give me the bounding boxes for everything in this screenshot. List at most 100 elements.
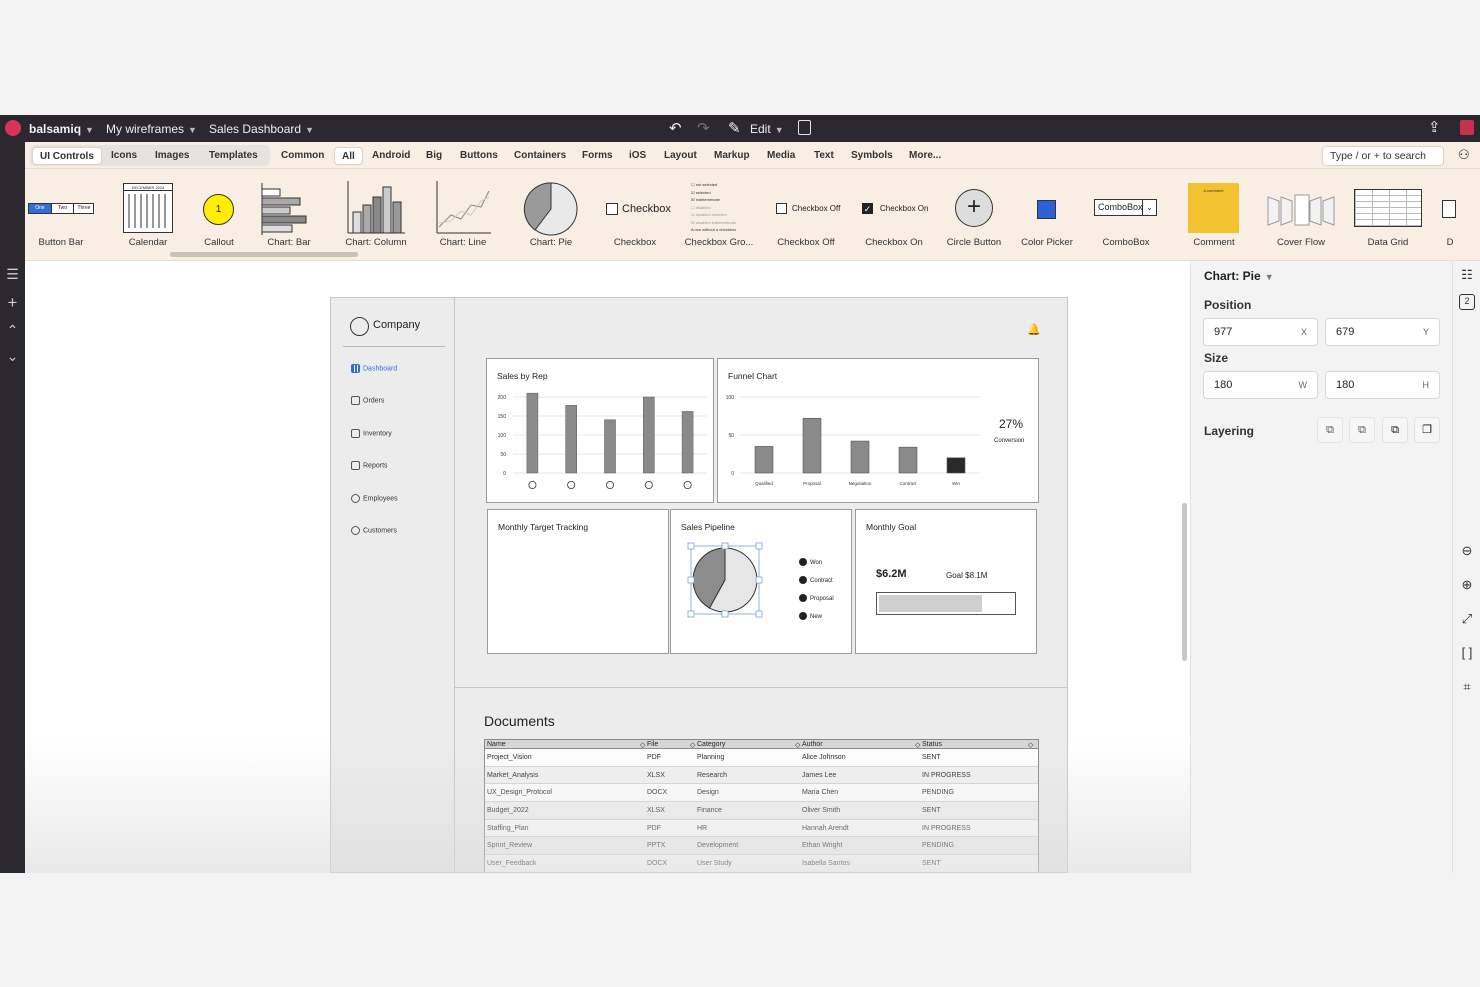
share-icon[interactable]: ⇪ — [1428, 118, 1441, 136]
sort-icon[interactable]: ◇ — [795, 741, 800, 749]
tab-ui-controls[interactable]: UI Controls — [32, 147, 102, 165]
tab-big[interactable]: Big — [419, 147, 449, 165]
tab-symbols[interactable]: Symbols — [844, 147, 900, 165]
tab-more[interactable]: More... — [902, 147, 948, 165]
palette-circle-button[interactable]: + Circle Button — [945, 169, 1003, 259]
properties-icon[interactable]: ☷ — [1459, 267, 1475, 283]
zoom-out-icon[interactable]: ⊖ — [1459, 543, 1475, 559]
width-field[interactable]: 180 W — [1203, 371, 1318, 399]
fit-width-icon[interactable]: [ ] — [1459, 645, 1475, 661]
edit-menu[interactable]: Edit ▼ — [750, 122, 784, 136]
nav-item-dashboard[interactable]: Dashboard — [351, 364, 397, 373]
table-row[interactable]: Budget_2022 XLSX Finance Oliver Smith SENT — [485, 802, 1038, 820]
column-header[interactable]: Category — [697, 741, 725, 748]
redo-icon[interactable]: ↷ — [697, 119, 710, 137]
palette-cover-flow[interactable]: Cover Flow — [1265, 169, 1337, 259]
nav-item-inventory[interactable]: Inventory — [351, 429, 392, 438]
undo-icon[interactable]: ↶ — [669, 119, 682, 137]
tab-android[interactable]: Android — [365, 147, 417, 165]
brand-menu[interactable]: balsamiq ▼ — [29, 122, 94, 136]
x-field[interactable]: 977 X — [1203, 318, 1318, 346]
nav-item-customers[interactable]: Customers — [351, 526, 397, 535]
monthly-goal-card[interactable]: Monthly Goal $6.2M Goal $8.1M — [855, 509, 1037, 654]
search-input[interactable]: Type / or + to search — [1322, 146, 1444, 166]
palette-scrollbar[interactable] — [170, 252, 358, 257]
tab-media[interactable]: Media — [760, 147, 802, 165]
tab-all[interactable]: All — [334, 147, 363, 165]
table-row[interactable]: Market_Analysis XLSX Research James Lee IN P… — [485, 766, 1038, 785]
palette-data-grid[interactable]: Data Grid — [1353, 169, 1423, 259]
palette-checkbox[interactable]: Checkbox Checkbox — [601, 169, 671, 259]
trash-icon[interactable] — [798, 120, 811, 135]
monthly-target-card[interactable]: Monthly Target Tracking — [487, 509, 669, 654]
palette-combobox[interactable]: ComboBox ⌄ ComboBox — [1091, 169, 1161, 259]
canvas-scrollbar[interactable] — [1182, 503, 1187, 661]
palette-comment[interactable]: A comment Comment — [1187, 169, 1241, 259]
comments-icon[interactable]: 2 — [1459, 294, 1475, 310]
table-row[interactable]: UX_Design_Protocol DOCX Design Maria Chen PE… — [485, 784, 1038, 803]
sales-by-rep-card[interactable]: Sales by Rep 0 50 100 150 200 — [486, 358, 714, 503]
palette-checkbox-off[interactable]: Checkbox Off Checkbox Off — [771, 169, 843, 259]
fit-selection-icon[interactable]: ⌗ — [1459, 679, 1475, 695]
file-menu[interactable]: Sales Dashboard ▼ — [209, 122, 314, 136]
tab-common[interactable]: Common — [274, 147, 331, 165]
tab-layout[interactable]: Layout — [657, 147, 704, 165]
shapes-icon[interactable]: ⚇ — [1458, 147, 1470, 163]
avatar[interactable] — [1460, 120, 1474, 135]
tab-forms[interactable]: Forms — [575, 147, 620, 165]
tab-text[interactable]: Text — [807, 147, 841, 165]
palette-chart-line[interactable]: Chart: Line — [433, 169, 495, 259]
bring-forward-icon[interactable]: ⧉ — [1382, 417, 1408, 443]
properties-title[interactable]: Chart: Pie ▼ — [1204, 269, 1274, 283]
chevron-up-icon[interactable]: ⌃ — [5, 323, 20, 338]
nav-item-employees[interactable]: Employees — [351, 494, 398, 503]
project-menu[interactable]: My wireframes ▼ — [106, 122, 197, 136]
sort-icon[interactable]: ◇ — [690, 741, 695, 749]
sort-icon[interactable]: ◇ — [640, 741, 645, 749]
tab-ios[interactable]: iOS — [622, 147, 653, 165]
column-header[interactable]: Author — [802, 741, 823, 748]
nav-item-reports[interactable]: Reports — [351, 461, 388, 470]
palette-button-bar[interactable]: One Two Three Button Bar — [25, 169, 97, 259]
funnel-chart-card[interactable]: Funnel Chart 0 50 100 Qualified Proposal Nego… — [717, 358, 1039, 503]
tab-images[interactable]: Images — [148, 147, 196, 165]
height-field[interactable]: 180 H — [1325, 371, 1440, 399]
nav-item-orders[interactable]: Orders — [351, 396, 384, 405]
palette-chart-column[interactable]: Chart: Column — [343, 169, 413, 259]
add-icon[interactable]: + — [5, 294, 20, 311]
balsamiq-logo-icon[interactable] — [5, 120, 21, 136]
palette-chart-pie[interactable]: Chart: Pie — [521, 169, 581, 259]
sort-icon[interactable]: ◇ — [915, 741, 920, 749]
palette-color-picker[interactable]: Color Picker — [1021, 169, 1073, 259]
column-header[interactable]: Status — [922, 741, 942, 748]
tab-markup[interactable]: Markup — [707, 147, 757, 165]
palette-calendar[interactable]: DECEMBER 2024 Calendar — [121, 169, 175, 259]
palette-checkbox-group[interactable]: ☐ not selected ☑ selected ☒ indeterminat… — [683, 169, 755, 259]
send-backward-icon[interactable]: ⧉ — [1349, 417, 1375, 443]
column-header[interactable]: Name — [487, 741, 506, 748]
bring-to-front-icon[interactable]: ❐ — [1414, 417, 1440, 443]
tab-templates[interactable]: Templates — [202, 147, 265, 165]
table-row[interactable]: Project_Vision PDF Planning Alice Johnson SE… — [485, 749, 1038, 767]
fit-screen-icon[interactable]: ⤢ — [1459, 611, 1475, 627]
palette-next-item[interactable]: D — [1437, 169, 1480, 259]
send-to-back-icon[interactable]: ⧉ — [1317, 417, 1343, 443]
tab-buttons[interactable]: Buttons — [453, 147, 505, 165]
pages-icon[interactable]: ☰ — [5, 267, 20, 282]
palette-chart-bar[interactable]: Chart: Bar — [255, 169, 325, 259]
bell-icon[interactable]: 🔔 — [1027, 323, 1041, 336]
sort-icon[interactable]: ◇ — [1028, 741, 1033, 749]
table-row[interactable]: Sprint_Review PPTX Development Ethan Wright… — [485, 837, 1038, 856]
zoom-in-icon[interactable]: ⊕ — [1459, 577, 1475, 593]
sales-pipeline-card[interactable]: Sales Pipeline Won Contract Proposal New — [670, 509, 852, 654]
tab-icons[interactable]: Icons — [104, 147, 144, 165]
y-field[interactable]: 679 Y — [1325, 318, 1440, 346]
palette-checkbox-on[interactable]: ✓ Checkbox On Checkbox On — [859, 169, 931, 259]
table-row[interactable]: User_Feedback DOCX User Study Isabella Sant… — [485, 855, 1038, 872]
tab-containers[interactable]: Containers — [507, 147, 573, 165]
chevron-down-icon[interactable]: ⌄ — [5, 349, 20, 364]
column-header[interactable]: File — [647, 741, 658, 748]
sales-pipeline-pie[interactable] — [683, 538, 773, 628]
mockup-dashboard[interactable]: Company Dashboard Orders Inventory Repor… — [330, 297, 1068, 873]
palette-callout[interactable]: 1 Callout — [195, 169, 243, 259]
